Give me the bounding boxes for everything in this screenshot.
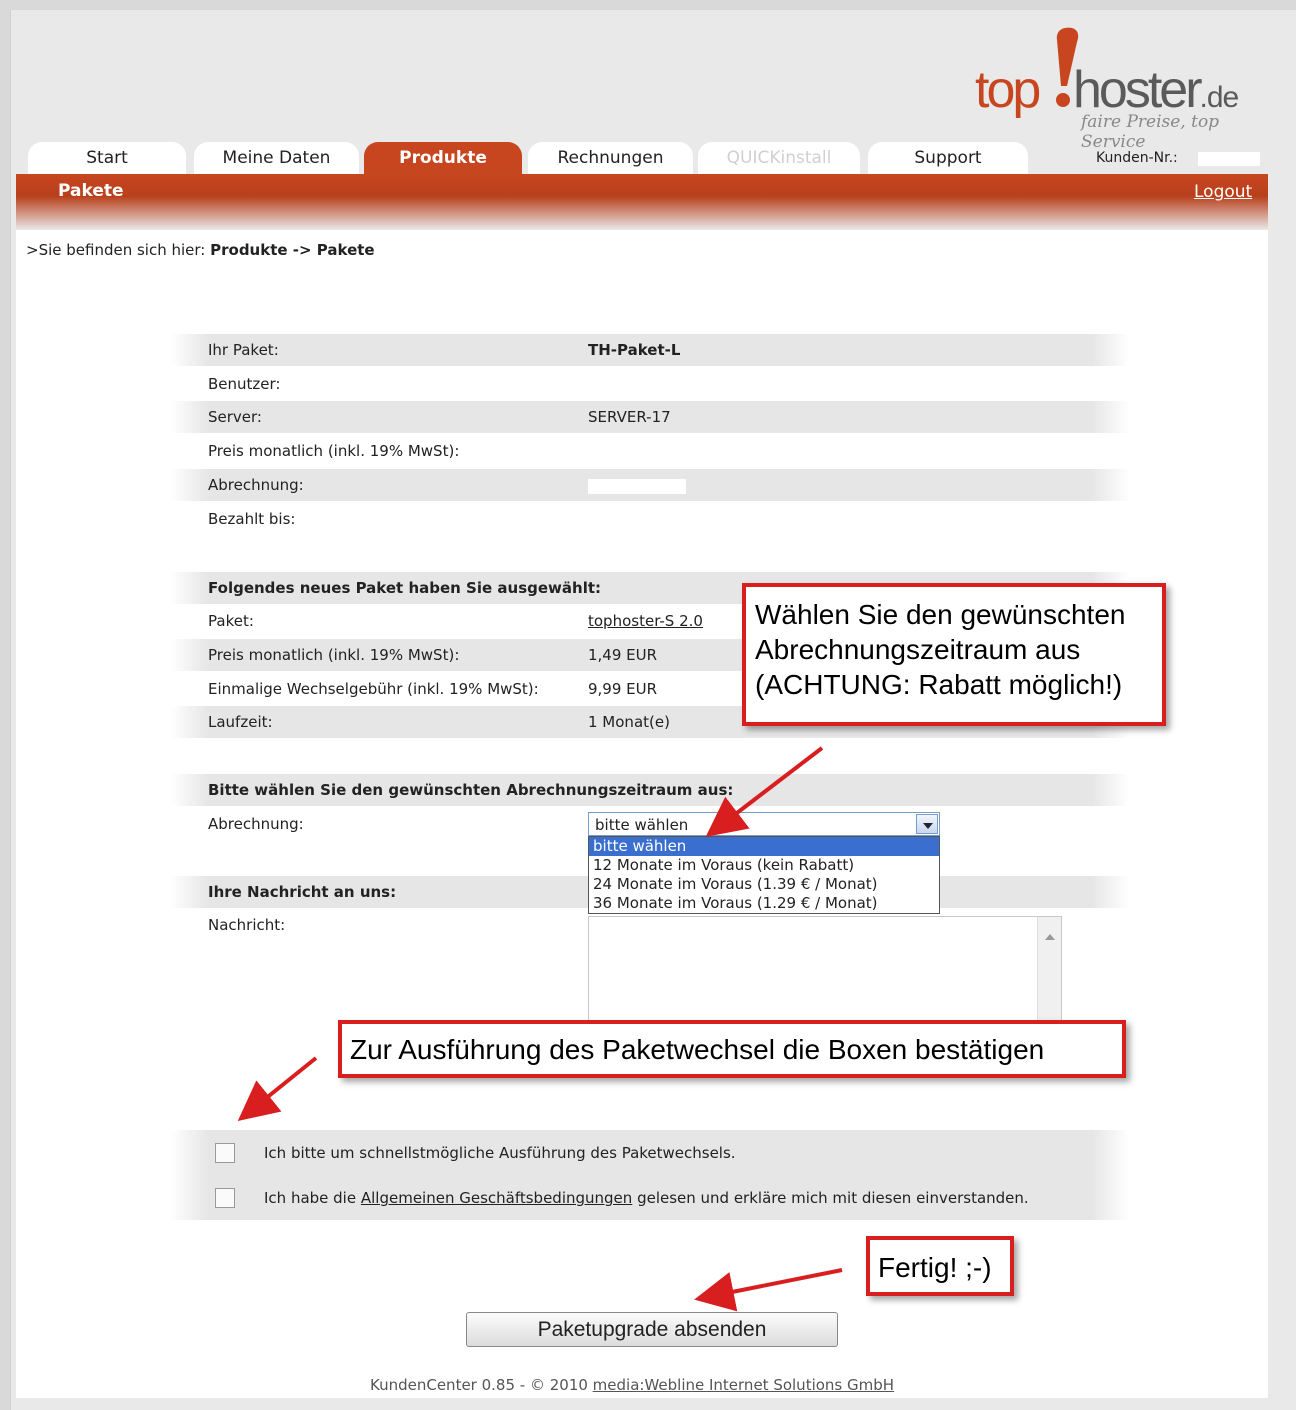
footer: KundenCenter 0.85 - © 2010 media:Webline…	[370, 1376, 895, 1394]
current-price-row: Preis monatlich (inkl. 19% MwSt):	[208, 442, 460, 460]
tab-meine-daten[interactable]: Meine Daten	[194, 142, 359, 175]
current-package-name: TH-Paket-L	[588, 341, 681, 359]
agb-link[interactable]: Allgemeinen Geschäftsbedingungen	[361, 1189, 632, 1207]
user-row: Benutzer:	[208, 375, 281, 393]
subnav-title[interactable]: Pakete	[58, 181, 124, 201]
billing-option[interactable]: 24 Monate im Voraus (1.39 € / Monat)	[589, 875, 939, 894]
current-billing-row: Abrechnung:	[170, 469, 1130, 501]
tab-rechnungen[interactable]: Rechnungen	[528, 142, 693, 175]
logo-tagline: faire Preise, top Service	[1081, 112, 1220, 152]
tab-start[interactable]: Start	[28, 142, 186, 175]
new-package-heading: Folgendes neues Paket haben Sie ausgewäh…	[208, 579, 602, 597]
tophoster-logo[interactable]: top hoster.de faire Preise, top Service	[975, 20, 1275, 152]
breadcrumb: >Sie befinden sich hier: Produkte -> Pak…	[26, 241, 375, 259]
billing-option[interactable]: bitte wählen	[589, 837, 939, 856]
tab-produkte[interactable]: Produkte	[364, 142, 522, 175]
server-value: SERVER-17	[588, 408, 671, 426]
paid-until-row: Bezahlt bis:	[208, 510, 296, 528]
billing-heading-row: Bitte wählen Sie den gewünschten Abrechn…	[170, 774, 1130, 806]
subnav-bar	[16, 174, 1268, 230]
customer-no-value	[1198, 152, 1260, 166]
agb-checkbox[interactable]	[215, 1188, 235, 1208]
customer-no-label: Kunden-Nr.:	[1096, 150, 1178, 166]
term-value: 1 Monat(e)	[588, 713, 670, 731]
change-fee-value: 9,99 EUR	[588, 680, 658, 698]
billing-option[interactable]: 12 Monate im Voraus (kein Rabatt)	[589, 856, 939, 875]
footer-company-link[interactable]: media:Webline Internet Solutions GmbH	[593, 1376, 894, 1394]
chevron-down-icon[interactable]	[916, 814, 938, 834]
redacted-value	[588, 479, 686, 494]
billing-option[interactable]: 36 Monate im Voraus (1.29 € / Monat)	[589, 894, 939, 913]
tab-support[interactable]: Support	[868, 142, 1028, 175]
submit-upgrade-button[interactable]: Paketupgrade absenden	[466, 1312, 838, 1347]
callout-confirm: Zur Ausführung des Paketwechsel die Boxe…	[338, 1020, 1126, 1078]
message-textarea[interactable]	[588, 916, 1062, 1028]
logo-host-text: hoster.de	[1073, 61, 1239, 119]
fast-execution-checkbox[interactable]	[215, 1143, 235, 1163]
current-package-row: Ihr Paket: TH-Paket-L	[170, 334, 1130, 366]
new-price-value: 1,49 EUR	[588, 646, 658, 664]
new-package-link[interactable]: tophoster-S 2.0	[588, 605, 703, 637]
message-heading: Ihre Nachricht an uns:	[208, 883, 397, 901]
callout-done: Fertig! ;-)	[866, 1236, 1014, 1296]
scrollbar[interactable]	[1037, 917, 1061, 1027]
agb-label: Ich habe die Allgemeinen Geschäftsbeding…	[264, 1189, 1029, 1207]
breadcrumb-path: Produkte -> Pakete	[210, 241, 375, 259]
callout-billing: Wählen Sie den gewünschten Abrechnungsze…	[742, 583, 1166, 726]
logout-link[interactable]: Logout	[1194, 182, 1252, 202]
billing-dropdown-list: bitte wählen 12 Monate im Voraus (kein R…	[588, 836, 940, 914]
billing-select[interactable]: bitte wählen	[588, 812, 940, 836]
fast-execution-label: Ich bitte um schnellstmögliche Ausführun…	[264, 1144, 736, 1162]
server-row: Server: SERVER-17	[170, 401, 1130, 433]
logo-top-text: top	[975, 61, 1041, 119]
billing-heading: Bitte wählen Sie den gewünschten Abrechn…	[208, 781, 734, 799]
tab-quickinstall: QUICKinstall	[698, 142, 860, 175]
